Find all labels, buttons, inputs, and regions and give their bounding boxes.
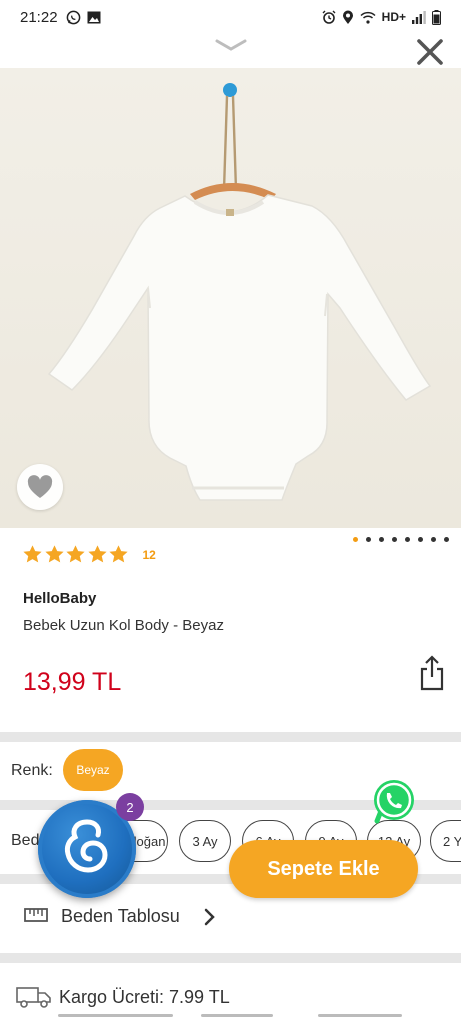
divider <box>0 953 461 963</box>
heart-icon <box>27 475 53 498</box>
alarm-icon <box>322 10 336 24</box>
nav-handle <box>318 1014 402 1017</box>
truck-icon <box>16 987 51 1008</box>
star-icon <box>23 545 42 563</box>
sheet-header <box>0 34 461 68</box>
whatsapp-status-icon <box>66 10 80 24</box>
close-icon[interactable] <box>414 36 446 68</box>
notification-badge: 2 <box>116 793 144 821</box>
location-icon <box>342 10 353 24</box>
color-label: Renk: <box>11 762 53 779</box>
page-dot[interactable] <box>379 537 384 542</box>
page-dot[interactable] <box>353 537 358 542</box>
divider <box>0 732 461 742</box>
star-icon <box>109 545 128 563</box>
product-info: 12 HelloBaby Bebek Uzun Kol Body - Beyaz… <box>0 528 461 732</box>
status-bar: 21:22 HD+ <box>0 0 461 34</box>
size-chart-label: Beden Tablosu <box>61 906 180 926</box>
nav-handle <box>201 1014 273 1017</box>
gallery-status-icon <box>87 11 101 23</box>
size-option[interactable]: 3 Ay <box>179 820 231 862</box>
chevron-right-icon <box>204 908 215 926</box>
page-dot[interactable] <box>405 537 410 542</box>
network-type: HD+ <box>381 10 406 24</box>
page-dot[interactable] <box>392 537 397 542</box>
whatsapp-icon[interactable] <box>370 777 418 825</box>
signal-icon <box>412 10 426 24</box>
rating-count[interactable]: 12 <box>143 548 156 562</box>
page-dot[interactable] <box>444 537 449 542</box>
page-dot[interactable] <box>366 537 371 542</box>
brand-name[interactable]: HelloBaby <box>23 590 96 607</box>
chevron-down-icon[interactable] <box>215 38 247 52</box>
product-image-carousel[interactable] <box>0 68 461 528</box>
product-title: Bebek Uzun Kol Body - Beyaz <box>23 617 224 634</box>
page-dot[interactable] <box>418 537 423 542</box>
favorite-button[interactable] <box>17 464 63 510</box>
product-detail-sheet: 21:22 HD+ 12 HelloBaby Bebek Uzun Kol Bo… <box>0 0 461 1024</box>
share-icon[interactable] <box>418 655 446 691</box>
battery-icon <box>432 9 441 25</box>
size-option[interactable]: 2 Yaş <box>430 820 461 862</box>
add-to-cart-button[interactable]: Sepete Ekle <box>229 840 418 898</box>
page-dot[interactable] <box>431 537 436 542</box>
shipping-cost: Kargo Ücreti: 7.99 TL <box>59 987 230 1007</box>
image-pagination <box>353 537 449 542</box>
status-time: 21:22 <box>20 8 58 26</box>
star-icon <box>44 545 64 563</box>
price: 13,99 TL <box>23 668 122 696</box>
rating[interactable]: 12 <box>22 544 156 565</box>
star-icon <box>87 545 107 563</box>
star-icon <box>66 545 85 563</box>
color-option-selected[interactable]: Beyaz <box>63 749 123 791</box>
product-photo <box>47 83 432 501</box>
wifi-icon <box>360 11 376 24</box>
nav-handle <box>58 1014 173 1017</box>
ruler-icon <box>24 908 48 922</box>
